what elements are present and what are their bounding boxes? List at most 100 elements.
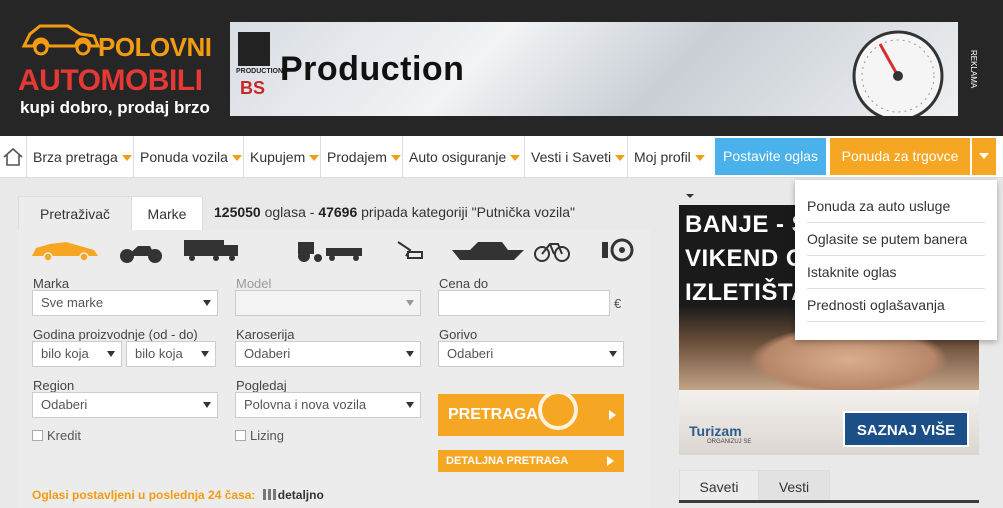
dealers-offer-button[interactable]: Ponuda za trgovce [830,138,970,175]
euro-unit: € [614,296,622,311]
godina-from-select[interactable]: bilo koja [32,341,122,367]
parts-icon[interactable] [600,236,636,264]
main-nav: Brza pretraga Ponuda vozila Kupujem Prod… [0,136,1003,178]
nav-item-auto-osiguranje[interactable]: Auto osiguranje [402,136,521,178]
ad-cta-button[interactable]: SAZNAJ VIŠE [843,411,969,447]
recent-detail-link[interactable]: detaljno [278,488,324,502]
kredit-checkbox[interactable]: Kredit [32,428,81,443]
chevron-down-icon [203,402,211,408]
chevron-down-icon [510,155,521,162]
post-ad-button[interactable]: Postavite oglas [715,138,826,175]
summary-text-2: pripada kategoriji "Putnička vozila" [357,204,575,220]
logo-tagline: kupi dobro, prodaj brzo [20,98,210,117]
tab-vesti[interactable]: Vesti [758,470,830,502]
checkbox-box [32,430,43,441]
marka-label: Marka [33,276,70,291]
pogledaj-select[interactable]: Polovna i nova vozila [235,392,421,418]
ad-options-caret-icon[interactable] [686,194,694,198]
nav-item-moj-profil[interactable]: Moj profil [627,136,705,178]
chevron-down-icon [201,351,209,357]
grid-icon [262,489,276,500]
kredit-label: Kredit [47,428,81,443]
chevron-down-icon [121,155,132,162]
nav-item-label: Auto osiguranje [409,149,507,165]
cena-input[interactable] [438,290,610,316]
nav-item-brza-pretraga[interactable]: Brza pretraga [26,136,132,178]
pogledaj-value: Polovna i nova vozila [244,397,367,412]
chevron-down-icon [979,153,989,159]
page: POLOVNI AUTOMOBILI kupi dobro, prodaj br… [0,0,1003,508]
karoserija-label: Karoserija [236,327,295,342]
boat-icon[interactable] [450,236,526,264]
truck-icon[interactable] [182,236,242,264]
home-icon[interactable] [2,146,24,168]
search-button[interactable]: PRETRAGA [438,394,624,436]
karoserija-value: Odaberi [244,346,291,361]
chevron-down-icon [231,155,242,162]
chevron-down-icon [203,300,211,306]
marka-select[interactable]: Sve marke [32,290,218,316]
turizam-logo-small: ORGANIZUJ SE [707,439,752,445]
logo-automobili: AUTOMOBILI [18,64,203,97]
clapperboard-icon [238,32,270,66]
turizam-logo-text: Turizam [689,423,742,439]
dropdown-item-auto-usluge[interactable]: Ponuda za auto usluge [807,190,985,223]
gorivo-value: Odaberi [447,346,494,361]
gorivo-label: Gorivo [439,327,478,342]
dealers-dropdown-toggle[interactable] [972,138,996,175]
gorivo-select[interactable]: Odaberi [438,341,624,367]
chevron-down-icon [615,155,626,162]
listing-count: 125050 [214,204,261,220]
news-tabs: Saveti Vesti [679,470,979,508]
nav-item-ponuda-vozila[interactable]: Ponuda vozila [133,136,242,178]
dealers-dropdown-menu: Ponuda za auto usluge Oglasite se putem … [795,180,997,340]
turizam-logo: Turizam ORGANIZUJ SE [689,423,751,445]
listing-summary: 125050 oglasa - 47696 pripada kategoriji… [214,204,575,220]
reklama-label: REKLAMA [969,49,978,89]
bicycle-icon[interactable] [534,236,570,264]
banner-badge-small: PRODUCTION [236,68,284,75]
search-button-label: PRETRAGA [448,406,538,423]
excavator-icon[interactable] [396,236,432,264]
site-logo[interactable]: POLOVNI AUTOMOBILI kupi dobro, prodaj br… [14,14,214,124]
nav-item-label: Kupujem [250,149,306,165]
tab-pretrazivac[interactable]: Pretraživač [18,196,132,230]
godina-to-value: bilo koja [135,346,183,361]
nav-item-label: Ponuda vozila [140,149,228,165]
lizing-checkbox[interactable]: Lizing [235,428,284,443]
header-banner-ad[interactable]: PRODUCTION BS Production [230,22,958,116]
ad-line-2: VIKEND O [685,245,806,272]
motorcycle-icon[interactable] [118,236,164,264]
cena-label: Cena do [439,276,489,291]
search-section: Pretraživač Marke 125050 oglasa - 47696 … [18,196,650,508]
speedometer-icon [852,30,944,116]
detailed-search-button[interactable]: DETALJNA PRETRAGA [438,450,624,472]
search-panel: Marka Sve marke Model Cena do € Godina p… [18,230,650,508]
chevron-down-icon [694,155,705,162]
nav-item-vesti-i-saveti[interactable]: Vesti i Saveti [524,136,626,178]
detailed-search-label: DETALJNA PRETRAGA [446,455,569,467]
karoserija-select[interactable]: Odaberi [235,341,421,367]
model-select[interactable] [235,290,421,316]
region-label: Region [33,378,75,393]
checkbox-box [235,430,246,441]
godina-to-select[interactable]: bilo koja [126,341,216,367]
lizing-label: Lizing [250,428,284,443]
recent-ads-line: Oglasi postavljeni u poslednja 24 časa: … [32,488,324,502]
chevron-down-icon [390,155,401,162]
region-value: Odaberi [41,397,88,412]
nav-item-label: Prodajem [327,149,387,165]
chevron-down-icon [107,351,115,357]
region-select[interactable]: Odaberi [32,392,218,418]
dropdown-item-istaknite-oglas[interactable]: Istaknite oglas [807,256,985,289]
car-icon[interactable] [30,236,100,264]
chevron-down-icon [406,300,414,306]
tab-saveti[interactable]: Saveti [679,470,759,502]
ad-line-3: IZLETIŠTA [685,279,810,306]
nav-item-prodajem[interactable]: Prodajem [320,136,401,178]
tab-marke[interactable]: Marke [131,196,203,230]
dropdown-item-baneri[interactable]: Oglasite se putem banera [807,223,985,256]
dropdown-item-prednosti[interactable]: Prednosti oglašavanja [807,289,985,322]
tractor-icon[interactable] [296,236,366,264]
nav-item-kupujem[interactable]: Kupujem [243,136,320,178]
